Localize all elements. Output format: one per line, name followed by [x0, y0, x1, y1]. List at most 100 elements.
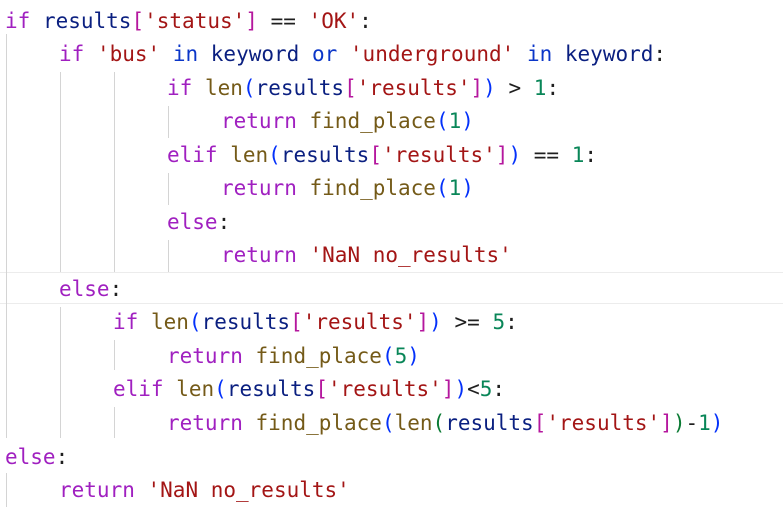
paren-open: ( — [242, 76, 256, 100]
function-len: len — [230, 143, 269, 167]
identifier-keyword: keyword — [210, 42, 300, 66]
bracket-open: [ — [369, 143, 382, 167]
bracket-open: [ — [290, 310, 303, 334]
string-results: 'results' — [382, 143, 496, 167]
function-find-place: find_place — [309, 109, 436, 133]
paren-open: ( — [381, 411, 395, 435]
paren-close: ) — [461, 109, 474, 133]
identifier-results: results — [201, 310, 291, 334]
colon: : — [217, 210, 231, 234]
string-nan-no-results: 'NaN no_results' — [147, 478, 350, 502]
keyword-return: return — [167, 411, 243, 435]
keyword-return: return — [221, 109, 297, 133]
number-five: 5 — [394, 344, 408, 368]
bracket-open: [ — [344, 76, 357, 100]
colon: : — [653, 42, 667, 66]
keyword-in: in — [526, 42, 553, 66]
code-line-12: elif len(results['results'])<5: — [0, 372, 505, 406]
colon: : — [109, 277, 123, 301]
code-line-1: if results['status'] == 'OK': — [0, 4, 372, 38]
keyword-if: if — [167, 76, 193, 100]
code-line-14: else: — [0, 440, 68, 474]
code-line-10: if len(results['results']) >= 5: — [0, 305, 518, 339]
keyword-return: return — [221, 243, 297, 267]
colon: : — [584, 143, 598, 167]
colon: : — [492, 377, 506, 401]
keyword-return: return — [59, 478, 135, 502]
bracket-close: ] — [441, 377, 455, 401]
code-line-7: else: — [0, 205, 230, 239]
paren-close: ) — [407, 344, 420, 368]
bracket-open: [ — [131, 9, 145, 33]
number-one: 1 — [448, 176, 462, 200]
keyword-else: else — [5, 445, 56, 469]
operator-lt: < — [467, 377, 480, 401]
keyword-if: if — [5, 9, 31, 33]
keyword-else: else — [167, 210, 218, 234]
operator-gt: > — [508, 76, 522, 100]
identifier-results: results — [226, 377, 316, 401]
paren-close: ) — [483, 76, 496, 100]
function-find-place: find_place — [255, 411, 382, 435]
colon: : — [359, 9, 372, 33]
operator-eq: == — [533, 143, 560, 167]
keyword-return: return — [167, 344, 243, 368]
identifier-results: results — [280, 143, 370, 167]
operator-minus: - — [685, 411, 699, 435]
code-line-6: return find_place(1) — [0, 171, 474, 205]
string-underground: 'underground' — [349, 42, 515, 66]
paren-close: ) — [461, 176, 474, 200]
code-line-9: else: — [0, 272, 122, 306]
function-find-place: find_place — [255, 344, 382, 368]
paren-close: ) — [672, 411, 686, 435]
bracket-open: [ — [315, 377, 328, 401]
bracket-close: ] — [660, 411, 673, 435]
number-five: 5 — [479, 377, 493, 401]
string-results: 'results' — [328, 377, 442, 401]
identifier-results: results — [42, 9, 132, 33]
identifier-results: results — [445, 411, 534, 435]
identifier-keyword: keyword — [564, 42, 654, 66]
string-results: 'results' — [302, 310, 417, 334]
paren-open: ( — [268, 143, 281, 167]
number-one: 1 — [571, 143, 585, 167]
string-results: 'results' — [356, 76, 471, 100]
bracket-open: [ — [533, 411, 547, 435]
code-editor[interactable]: if results['status'] == 'OK': if 'bus' i… — [0, 0, 783, 507]
paren-close: ) — [710, 411, 724, 435]
string-bus: 'bus' — [96, 42, 161, 66]
keyword-if: if — [113, 310, 139, 334]
code-line-4: return find_place(1) — [0, 104, 474, 138]
paren-open: ( — [435, 176, 449, 200]
keyword-if: if — [59, 42, 85, 66]
operator-ge: >= — [454, 310, 480, 334]
function-len: len — [176, 377, 215, 401]
code-line-15: return 'NaN no_results' — [0, 473, 350, 507]
paren-open: ( — [435, 109, 449, 133]
paren-open: ( — [214, 377, 227, 401]
keyword-or: or — [311, 42, 338, 66]
bracket-close: ] — [416, 310, 430, 334]
identifier-results: results — [255, 76, 345, 100]
colon: : — [505, 310, 518, 334]
colon: : — [546, 76, 560, 100]
colon: : — [55, 445, 69, 469]
keyword-elif: elif — [113, 377, 164, 401]
keyword-return: return — [221, 176, 297, 200]
number-one: 1 — [698, 411, 711, 435]
bracket-close: ] — [470, 76, 484, 100]
keyword-in: in — [172, 42, 199, 66]
code-line-11: return find_place(5) — [0, 339, 420, 373]
number-one: 1 — [448, 109, 462, 133]
function-len: len — [394, 411, 433, 435]
keyword-else: else — [59, 277, 110, 301]
paren-close: ) — [508, 143, 522, 167]
string-status: 'status' — [144, 9, 246, 33]
code-line-3: if len(results['results']) > 1: — [0, 71, 559, 105]
code-line-2: if 'bus' in keyword or 'underground' in … — [0, 37, 666, 71]
keyword-elif: elif — [167, 143, 218, 167]
bracket-close: ] — [245, 9, 258, 33]
paren-open: ( — [432, 411, 446, 435]
bracket-close: ] — [495, 143, 509, 167]
number-five: 5 — [492, 310, 506, 334]
